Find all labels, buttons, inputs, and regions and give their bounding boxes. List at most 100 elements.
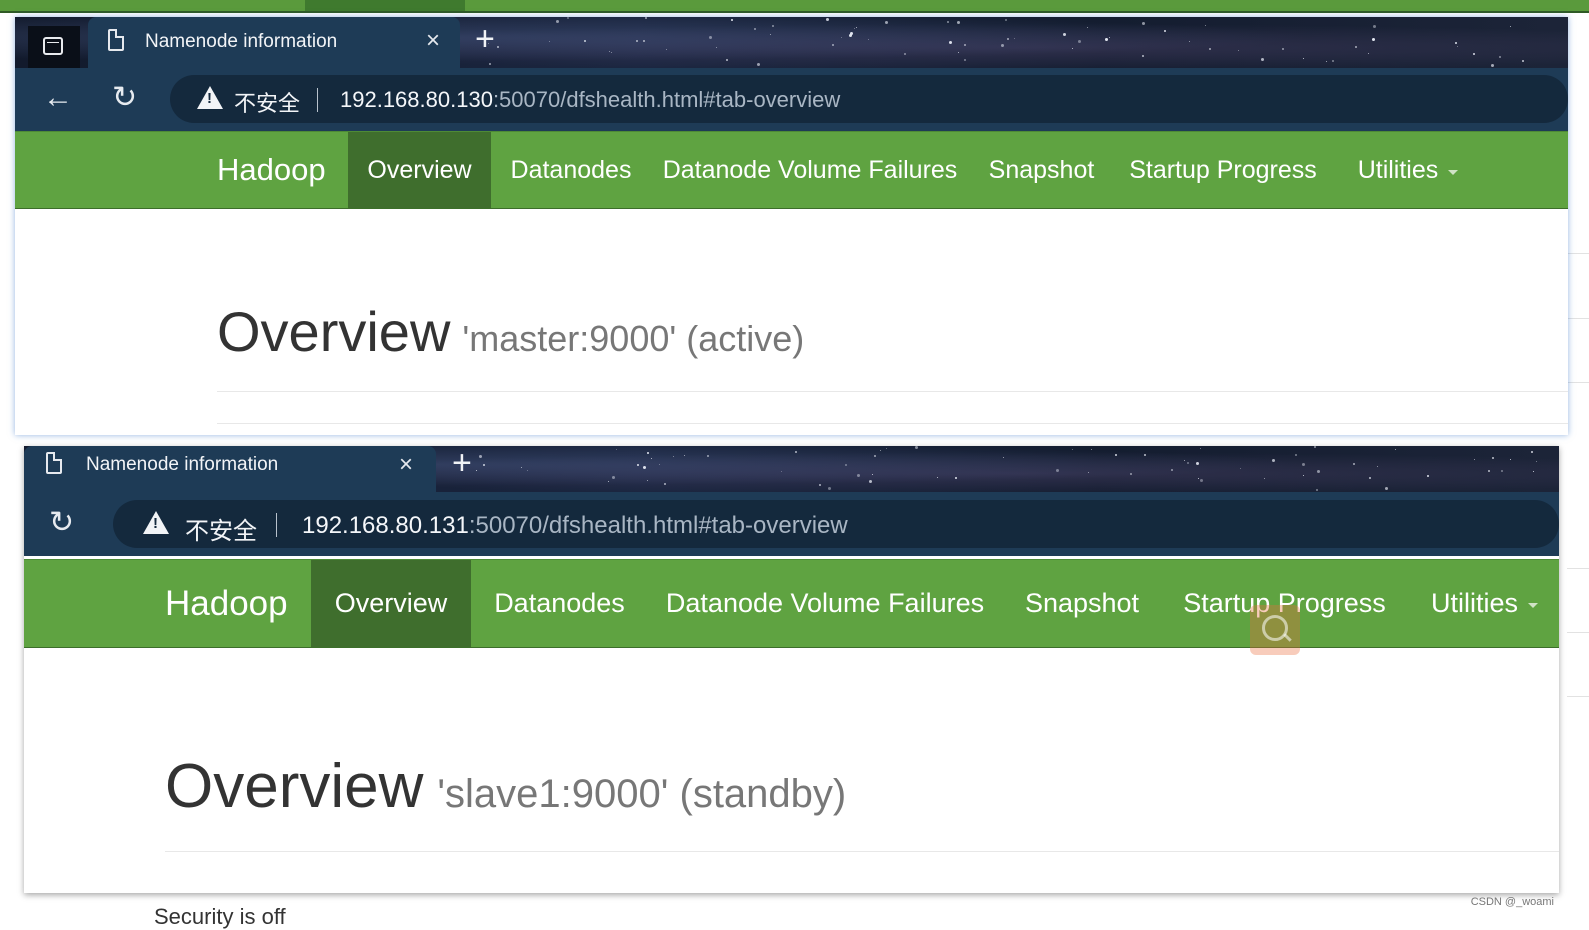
star-dot bbox=[1209, 48, 1212, 51]
star-dot bbox=[1204, 25, 1206, 27]
star-dot bbox=[684, 455, 686, 457]
star-dot bbox=[497, 45, 500, 48]
star-dot bbox=[1325, 60, 1327, 62]
close-icon[interactable]: × bbox=[426, 28, 440, 54]
background-divider bbox=[1567, 568, 1589, 569]
hadoop-brand[interactable]: Hadoop bbox=[217, 152, 326, 188]
nav-datanodes[interactable]: Datanodes bbox=[471, 560, 648, 647]
address-bar[interactable]: 不安全 192.168.80.130:50070/dfshealth.html#… bbox=[170, 75, 1568, 123]
star-dot bbox=[886, 447, 888, 449]
star-dot bbox=[756, 62, 760, 66]
vertical-tabs-icon[interactable] bbox=[28, 26, 80, 68]
star-dot bbox=[904, 53, 907, 56]
hadoop-brand[interactable]: Hadoop bbox=[165, 584, 288, 624]
browser-window-slave1: Namenode information × + ↻ 不安全 192.168.8… bbox=[24, 446, 1559, 893]
nav-datanode-volume-failures[interactable]: Datanode Volume Failures bbox=[648, 560, 1002, 647]
star-dot bbox=[1488, 469, 1491, 472]
star-dot bbox=[483, 464, 486, 467]
new-tab-icon[interactable]: + bbox=[475, 22, 495, 56]
star-dot bbox=[831, 43, 834, 46]
star-dot bbox=[780, 471, 782, 473]
star-dot bbox=[1129, 472, 1132, 475]
star-dot bbox=[1367, 52, 1369, 54]
star-dot bbox=[936, 477, 938, 479]
nav-overview[interactable]: Overview bbox=[311, 560, 471, 647]
star-dot bbox=[1163, 29, 1166, 32]
page-title-text: Overview bbox=[217, 300, 451, 363]
hadoop-navbar: Hadoop Overview Datanodes Datanode Volum… bbox=[15, 131, 1568, 209]
refresh-icon[interactable]: ↻ bbox=[49, 508, 74, 538]
star-dot bbox=[548, 40, 550, 42]
nav-snapshot[interactable]: Snapshot bbox=[1002, 560, 1162, 647]
new-tab-icon[interactable]: + bbox=[452, 446, 472, 480]
star-dot bbox=[1261, 57, 1265, 61]
back-arrow-icon[interactable]: ← bbox=[43, 83, 73, 113]
star-dot bbox=[884, 21, 888, 25]
browser-tab[interactable]: Namenode information × bbox=[88, 17, 460, 68]
caret-down-icon bbox=[1528, 603, 1539, 608]
star-dot bbox=[566, 17, 569, 19]
star-dot bbox=[1196, 461, 1200, 465]
nav-datanodes[interactable]: Datanodes bbox=[491, 132, 651, 208]
nav-label: Snapshot bbox=[988, 155, 1095, 184]
star-dot bbox=[1355, 46, 1358, 49]
star-dot bbox=[827, 487, 831, 491]
divider bbox=[217, 391, 1568, 392]
star-dot bbox=[672, 455, 674, 457]
page-title-text: Overview bbox=[165, 752, 424, 821]
background-divider bbox=[1567, 253, 1589, 254]
nav-label: Datanodes bbox=[510, 155, 632, 184]
star-dot bbox=[1317, 470, 1321, 474]
star-dot bbox=[1491, 63, 1495, 67]
star-dot bbox=[1062, 32, 1066, 36]
browser-tab[interactable]: Namenode information × bbox=[24, 446, 436, 492]
search-icon[interactable] bbox=[1250, 605, 1300, 655]
star-dot bbox=[1187, 461, 1190, 464]
url-text[interactable]: 192.168.80.130:50070/dfshealth.html#tab-… bbox=[340, 87, 840, 113]
browser-window-master: Namenode information × + ← ↻ 不安全 192.168… bbox=[15, 17, 1568, 435]
star-dot bbox=[1004, 19, 1007, 22]
close-icon[interactable]: × bbox=[399, 452, 413, 478]
browser-toolbar: ↻ 不安全 192.168.80.131:50070/dfshealth.htm… bbox=[24, 492, 1559, 556]
nav-label: Snapshot bbox=[1024, 588, 1140, 618]
url-host: 192.168.80.130 bbox=[340, 87, 493, 112]
security-warning-label[interactable]: 不安全 bbox=[185, 511, 257, 546]
star-dot bbox=[1491, 457, 1494, 460]
nav-startup-progress[interactable]: Startup Progress bbox=[1114, 132, 1332, 208]
url-path: :50070/dfshealth.html#tab-overview bbox=[492, 87, 841, 112]
security-warning-label[interactable]: 不安全 bbox=[234, 86, 300, 118]
star-dot bbox=[1301, 462, 1305, 466]
star-dot bbox=[753, 28, 756, 31]
star-dot bbox=[1200, 448, 1202, 450]
star-dot bbox=[650, 458, 652, 460]
star-dot bbox=[1071, 48, 1073, 50]
star-dot bbox=[647, 452, 650, 455]
url-text[interactable]: 192.168.80.131:50070/dfshealth.html#tab-… bbox=[302, 512, 848, 540]
star-dot bbox=[958, 52, 960, 54]
address-bar[interactable]: 不安全 192.168.80.131:50070/dfshealth.html#… bbox=[113, 500, 1559, 548]
star-dot bbox=[1198, 478, 1200, 480]
star-dot bbox=[869, 479, 873, 483]
nav-snapshot[interactable]: Snapshot bbox=[969, 132, 1114, 208]
star-dot bbox=[716, 47, 718, 49]
background-divider bbox=[1567, 632, 1589, 633]
star-dot bbox=[771, 25, 774, 28]
star-dot bbox=[795, 450, 798, 453]
star-dot bbox=[637, 464, 640, 467]
star-dot bbox=[1427, 474, 1430, 477]
nav-datanode-volume-failures[interactable]: Datanode Volume Failures bbox=[651, 132, 969, 208]
star-dot bbox=[584, 39, 587, 42]
document-icon bbox=[46, 452, 62, 474]
star-dot bbox=[475, 470, 477, 471]
star-dot bbox=[1263, 477, 1265, 479]
star-dot bbox=[1006, 38, 1009, 41]
refresh-icon[interactable]: ↻ bbox=[112, 83, 137, 113]
star-dot bbox=[725, 59, 728, 62]
nav-overview[interactable]: Overview bbox=[348, 132, 491, 208]
star-dot bbox=[915, 446, 919, 450]
star-dot bbox=[1473, 53, 1476, 56]
star-dot bbox=[1115, 454, 1118, 457]
star-dot bbox=[868, 39, 870, 41]
nav-utilities[interactable]: Utilities bbox=[1407, 560, 1559, 647]
nav-utilities[interactable]: Utilities bbox=[1332, 132, 1484, 208]
